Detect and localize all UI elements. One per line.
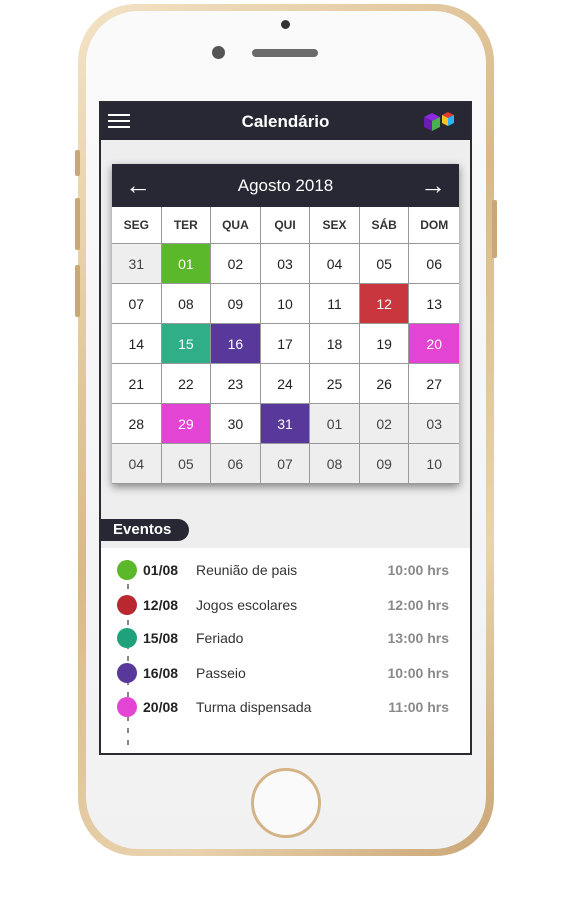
- volume-up-button: [75, 198, 80, 250]
- mute-switch: [75, 150, 80, 176]
- event-time: 10:00 hrs: [387, 562, 449, 578]
- calendar-day[interactable]: 07: [112, 284, 162, 324]
- calendar-day[interactable]: 02: [211, 244, 261, 284]
- calendar: ← Agosto 2018 → SEG TER QUA QUI SEX SÁB DOM 31…: [112, 164, 459, 484]
- calendar-day-outside[interactable]: 09: [359, 444, 410, 484]
- weekday-label: QUA: [211, 207, 261, 244]
- event-time: 10:00 hrs: [387, 665, 449, 681]
- timeline-line: [127, 560, 129, 748]
- event-title: Reunião de pais: [196, 562, 298, 578]
- weekday-header-row: SEG TER QUA QUI SEX SÁB DOM: [112, 207, 459, 244]
- event-title: Passeio: [196, 665, 246, 681]
- calendar-day[interactable]: 30: [211, 404, 261, 444]
- event-item[interactable]: 15/08 Feriado 13:00 hrs: [101, 626, 470, 650]
- earpiece-speaker: [252, 49, 318, 57]
- event-date: 15/08: [143, 630, 179, 646]
- calendar-day[interactable]: 08: [161, 284, 212, 324]
- calendar-day[interactable]: 22: [161, 364, 212, 404]
- event-title: Feriado: [196, 630, 244, 646]
- calendar-day-outside[interactable]: 03: [409, 404, 459, 444]
- weekday-label: QUI: [260, 207, 311, 244]
- calendar-day[interactable]: 17: [260, 324, 311, 364]
- calendar-day-outside[interactable]: 07: [260, 444, 311, 484]
- calendar-day-event[interactable]: 01: [161, 244, 212, 284]
- event-date: 01/08: [143, 562, 179, 578]
- event-item[interactable]: 12/08 Jogos escolares 12:00 hrs: [101, 593, 470, 617]
- event-color-dot: [117, 663, 137, 683]
- home-button[interactable]: [251, 768, 321, 838]
- event-item[interactable]: 16/08 Passeio 10:00 hrs: [101, 661, 470, 685]
- calendar-day[interactable]: 04: [310, 244, 360, 284]
- event-color-dot: [117, 697, 137, 717]
- weekday-label: SEG: [112, 207, 162, 244]
- event-date: 20/08: [143, 699, 179, 715]
- calendar-day-event[interactable]: 15: [161, 324, 212, 364]
- event-time: 11:00 hrs: [388, 699, 449, 715]
- event-item[interactable]: 20/08 Turma dispensada 11:00 hrs: [101, 695, 470, 719]
- screen: Calendário ← Agosto 2018 → SEG TER QUA QUI S…: [99, 101, 472, 755]
- app-logo: [424, 112, 454, 131]
- weekday-label: SÁB: [359, 207, 410, 244]
- hamburger-menu-icon[interactable]: [108, 113, 130, 129]
- front-camera: [212, 46, 225, 59]
- event-time: 13:00 hrs: [387, 630, 449, 646]
- calendar-day[interactable]: 19: [359, 324, 410, 364]
- calendar-day[interactable]: 09: [211, 284, 261, 324]
- calendar-day-outside[interactable]: 10: [409, 444, 459, 484]
- calendar-day-event[interactable]: 31: [260, 404, 311, 444]
- weekday-label: SEX: [310, 207, 360, 244]
- calendar-day-outside[interactable]: 01: [310, 404, 360, 444]
- event-item[interactable]: 01/08 Reunião de pais 10:00 hrs: [101, 558, 470, 582]
- calendar-day[interactable]: 23: [211, 364, 261, 404]
- calendar-day[interactable]: 13: [409, 284, 459, 324]
- calendar-day-event[interactable]: 29: [161, 404, 212, 444]
- app-bar: Calendário: [101, 103, 470, 140]
- calendar-day-outside[interactable]: 06: [211, 444, 261, 484]
- calendar-day[interactable]: 21: [112, 364, 162, 404]
- calendar-day[interactable]: 24: [260, 364, 311, 404]
- calendar-day-outside[interactable]: 05: [161, 444, 212, 484]
- power-button: [492, 200, 497, 258]
- event-title: Jogos escolares: [196, 597, 298, 613]
- event-time: 12:00 hrs: [387, 597, 449, 613]
- calendar-day[interactable]: 28: [112, 404, 162, 444]
- calendar-day[interactable]: 14: [112, 324, 162, 364]
- event-color-dot: [117, 628, 137, 648]
- calendar-day[interactable]: 27: [409, 364, 459, 404]
- proximity-sensor: [281, 20, 290, 29]
- calendar-day-event[interactable]: 16: [211, 324, 261, 364]
- event-date: 16/08: [143, 665, 179, 681]
- calendar-day[interactable]: 18: [310, 324, 360, 364]
- month-title: Agosto 2018: [237, 176, 334, 195]
- events-list: 01/08 Reunião de pais 10:00 hrs 12/08 Jogos …: [101, 548, 470, 753]
- calendar-day[interactable]: 05: [359, 244, 410, 284]
- event-date: 12/08: [143, 597, 179, 613]
- arrow-right-icon[interactable]: →: [413, 164, 453, 207]
- calendar-header: ← Agosto 2018 →: [112, 164, 459, 207]
- calendar-day-outside[interactable]: 31: [112, 244, 162, 284]
- weekday-label: DOM: [409, 207, 459, 244]
- calendar-day-outside[interactable]: 04: [112, 444, 162, 484]
- calendar-day[interactable]: 06: [409, 244, 459, 284]
- calendar-day-event[interactable]: 20: [409, 324, 459, 364]
- calendar-day-event[interactable]: 12: [359, 284, 410, 324]
- event-color-dot: [117, 595, 137, 615]
- calendar-grid: 31 01 02 03 04 05 06 07 08 09 10 11 12 13 14 15 16 17 18 19…: [112, 244, 459, 484]
- calendar-day-outside[interactable]: 08: [310, 444, 360, 484]
- calendar-day[interactable]: 10: [260, 284, 311, 324]
- calendar-day-outside[interactable]: 02: [359, 404, 410, 444]
- calendar-day[interactable]: 03: [260, 244, 311, 284]
- events-heading: Eventos: [101, 519, 190, 541]
- calendar-day[interactable]: 11: [310, 284, 360, 324]
- volume-down-button: [75, 265, 80, 317]
- event-color-dot: [117, 560, 137, 580]
- weekday-label: TER: [161, 207, 212, 244]
- calendar-day[interactable]: 26: [359, 364, 410, 404]
- calendar-day[interactable]: 25: [310, 364, 360, 404]
- app-title: Calendário: [241, 112, 330, 131]
- event-title: Turma dispensada: [196, 699, 312, 715]
